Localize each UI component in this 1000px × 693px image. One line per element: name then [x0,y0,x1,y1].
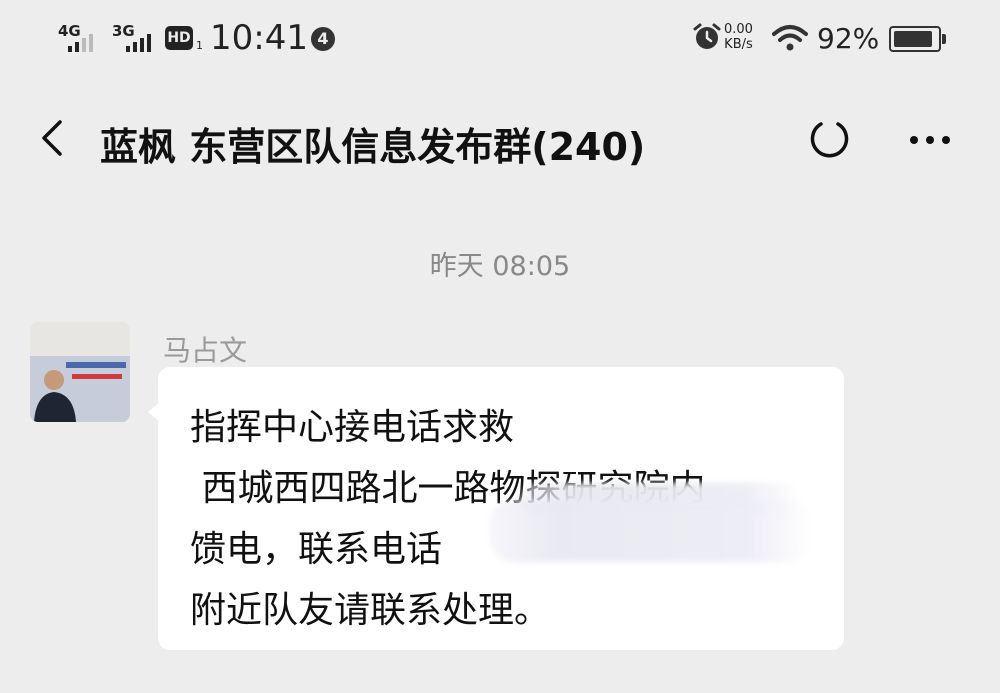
back-chevron-left-icon[interactable] [34,118,74,158]
notification-count-badge: 4 [311,27,335,51]
alarm-icon [693,23,721,49]
hd-sub-label: 1 [196,39,203,52]
signal-2-bars-icon [126,30,151,52]
more-dots-icon[interactable] [902,120,958,160]
message-line-4: 附近队友请联系处理。 [190,590,551,631]
battery-fill [894,31,933,47]
avatar[interactable] [30,322,130,422]
sender-name: 马占文 [163,334,248,367]
network-speed-unit: KB/s [724,37,753,52]
message-line-1: 指挥中心接电话求救 [190,407,515,448]
battery-icon [889,26,946,52]
network-speed-value: 0.00 [724,22,753,37]
redaction-blur-phone [490,500,812,562]
avatar-photo [30,322,130,422]
network-speed: 0.00 KB/s [724,22,753,52]
message-line-3: 馈电，联系电话 [190,529,443,570]
status-bar: 4G 3G HD 1 10:41 4 0.00 KB/s 92% [0,0,1000,78]
chat-title: 蓝枫 东营区队信息发布群(240) [100,125,646,169]
message-timestamp: 昨天 08:05 [429,251,571,282]
wifi-icon [772,25,808,51]
refresh-ring-icon[interactable] [808,117,852,161]
battery-percent: 92% [817,22,880,55]
clock: 10:41 [210,18,308,58]
signal-1-bars-icon [68,30,93,52]
hd-badge: HD [165,26,193,50]
